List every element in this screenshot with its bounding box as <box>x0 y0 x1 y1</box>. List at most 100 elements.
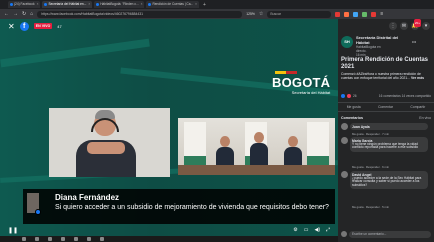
extension-icon[interactable] <box>362 11 368 17</box>
taskbar-icon[interactable] <box>100 237 104 241</box>
more-options-icon[interactable]: ••• <box>412 39 416 44</box>
comment-button[interactable]: Comentar <box>378 105 393 109</box>
notification-badge: 20+ <box>413 19 421 27</box>
question-caption: Diana Fernández Si quiero acceder a un s… <box>23 189 335 224</box>
stage-table <box>178 165 335 175</box>
tab-facebook[interactable]: (24) Facebook × <box>8 1 41 8</box>
close-icon[interactable]: × <box>195 1 197 8</box>
volume-icon[interactable]: ◀) <box>314 227 320 233</box>
comment-meta[interactable]: Me gusta · Responder · 7 min <box>352 132 389 136</box>
account-icon[interactable]: ▾ <box>422 22 430 30</box>
extension-icon[interactable] <box>335 11 341 17</box>
facebook-logo-icon[interactable]: f <box>19 21 29 31</box>
fullscreen-icon[interactable]: ⤢ <box>326 227 330 233</box>
tab-habitat-bogota[interactable]: HábitatBogotá: "Rinden c... × <box>94 1 145 8</box>
post-title: Primera Rendición de Cuentas 2021 <box>341 57 429 70</box>
taskbar-icon[interactable] <box>22 237 26 241</box>
see-more-link[interactable]: Ver más <box>411 76 424 80</box>
speakers-panel <box>178 118 335 175</box>
comment-meta[interactable]: Me gusta · Responder · 6 min <box>352 165 389 169</box>
banner <box>307 122 329 170</box>
comment-bubble: Juan Ayala <box>350 123 428 130</box>
video-control-icons: ⚙ ▭ ◀) ⤢ <box>293 227 330 233</box>
comments-header: Comentarios En vivo <box>341 116 431 120</box>
like-button[interactable]: Me gusta <box>347 105 361 109</box>
comments-title: Comentarios <box>341 116 363 120</box>
love-reaction-icon[interactable] <box>347 94 351 98</box>
taskbar-icon[interactable] <box>87 237 91 241</box>
banner <box>184 122 206 170</box>
video-top-bar: ✕ f EN VIVO 47 <box>0 19 338 33</box>
comment-text: Y no tiene ningún problema que tenga la … <box>352 141 419 150</box>
search-input[interactable]: Buscar <box>267 10 332 18</box>
post-text: Comenzó #AZtraHora o nuestra primera ren… <box>341 72 421 81</box>
extension-icon[interactable] <box>353 11 359 17</box>
comment-meta[interactable]: Me gusta · Responder · 5 min <box>352 205 389 209</box>
reload-icon[interactable]: ↻ <box>22 11 26 17</box>
facebook-icon <box>35 209 41 215</box>
sign-language-interpreter <box>49 108 170 177</box>
grid-menu-icon[interactable]: ⋮ <box>389 22 397 30</box>
back-icon[interactable]: ← <box>4 11 9 17</box>
close-icon[interactable]: × <box>141 1 143 8</box>
tab-label: Secretaría del Hábitat en... <box>48 2 87 6</box>
comment-composer: Escribe un comentario... <box>341 230 431 238</box>
page-meta: HabitatBogota en directo. 16 min <box>356 45 381 57</box>
tab-label: Rendición de Cuentas | Ca... <box>152 2 194 6</box>
taskbar <box>0 236 338 242</box>
taskbar-icon[interactable] <box>74 237 78 241</box>
bookmark-icon[interactable]: ☆ <box>259 11 263 17</box>
pause-icon[interactable]: ❚❚ <box>8 227 18 234</box>
avatar[interactable] <box>341 171 348 178</box>
extension-icon[interactable] <box>344 11 350 17</box>
live-badge: EN VIVO <box>33 23 53 29</box>
messenger-icon[interactable]: ✉ <box>400 22 408 30</box>
comment-author[interactable]: Juan Ayala <box>352 125 426 129</box>
video-player[interactable]: BOGOTÁ Secretaría del Hábitat Diana Fern… <box>0 19 338 242</box>
tab-rendicion[interactable]: Rendición de Cuentas | Ca... × <box>146 1 200 8</box>
close-icon[interactable]: × <box>88 1 90 8</box>
share-button[interactable]: Compartir <box>410 105 425 109</box>
url-bar[interactable]: https://www.facebook.com/HabitatBogota/v… <box>37 10 243 18</box>
page-name[interactable]: Secretaría Distrital del Hábitat <box>356 35 411 45</box>
post-sidebar: ⋮ ✉ 🔔20+ ▾ SH Secretaría Distrital del H… <box>338 19 434 242</box>
logo-name: BOGOTÁ <box>272 75 331 90</box>
avatar[interactable] <box>341 137 348 144</box>
site-icon <box>148 3 152 6</box>
sidebar-top-icons: ⋮ ✉ 🔔20+ ▾ <box>338 19 434 33</box>
comments-shares-count[interactable]: 16 comentarios 14 veces compartido <box>379 94 431 98</box>
reactions-count[interactable]: 26 <box>353 94 357 98</box>
new-tab-button[interactable]: + <box>203 2 206 8</box>
signer-hands <box>87 142 125 154</box>
facebook-icon <box>44 3 48 6</box>
tab-label: HábitatBogotá: "Rinden c... <box>100 2 139 6</box>
menu-icon[interactable]: ≡ <box>380 11 383 17</box>
comment-input[interactable]: Escribe un comentario... <box>349 230 431 238</box>
comment-text: ¿puedo acceder a la sede de la Sec Hábit… <box>352 175 422 188</box>
forward-icon[interactable]: → <box>13 11 18 17</box>
home-icon[interactable]: ⌂ <box>30 11 33 17</box>
comment-bubble: Maria Garcia Y no tiene ningún problema … <box>350 137 428 152</box>
screen: (24) Facebook × Secretaría del Hábitat en… <box>0 0 434 242</box>
site-icon <box>96 3 100 6</box>
taskbar-icon[interactable] <box>61 237 65 241</box>
logo-subtitle: Secretaría del Hábitat <box>291 90 331 95</box>
zoom-level[interactable]: 125% <box>246 12 255 16</box>
close-icon[interactable]: × <box>37 1 39 8</box>
reactions-row: 26 16 comentarios 14 veces compartido <box>341 94 431 98</box>
browser-tab-bar: (24) Facebook × Secretaría del Hábitat en… <box>0 0 434 9</box>
close-icon[interactable]: ✕ <box>8 22 15 31</box>
captions-icon[interactable]: ▭ <box>304 227 309 233</box>
avatar[interactable] <box>341 123 348 130</box>
notifications-icon[interactable]: 🔔20+ <box>411 19 421 30</box>
taskbar-icon[interactable] <box>48 237 52 241</box>
taskbar-icon[interactable] <box>35 237 39 241</box>
settings-icon[interactable]: ⚙ <box>293 227 297 233</box>
tab-habitat-video[interactable]: Secretaría del Hábitat en... × <box>42 1 93 8</box>
comment-bubble: David Angel ¿puedo acceder a la sede de … <box>350 171 428 190</box>
page-avatar[interactable]: SH <box>341 36 353 48</box>
extension-icon[interactable] <box>371 11 377 17</box>
viewer-count: 47 <box>57 23 62 29</box>
comments-sort-dropdown[interactable]: En vivo <box>419 116 431 120</box>
like-reaction-icon[interactable] <box>341 94 345 98</box>
